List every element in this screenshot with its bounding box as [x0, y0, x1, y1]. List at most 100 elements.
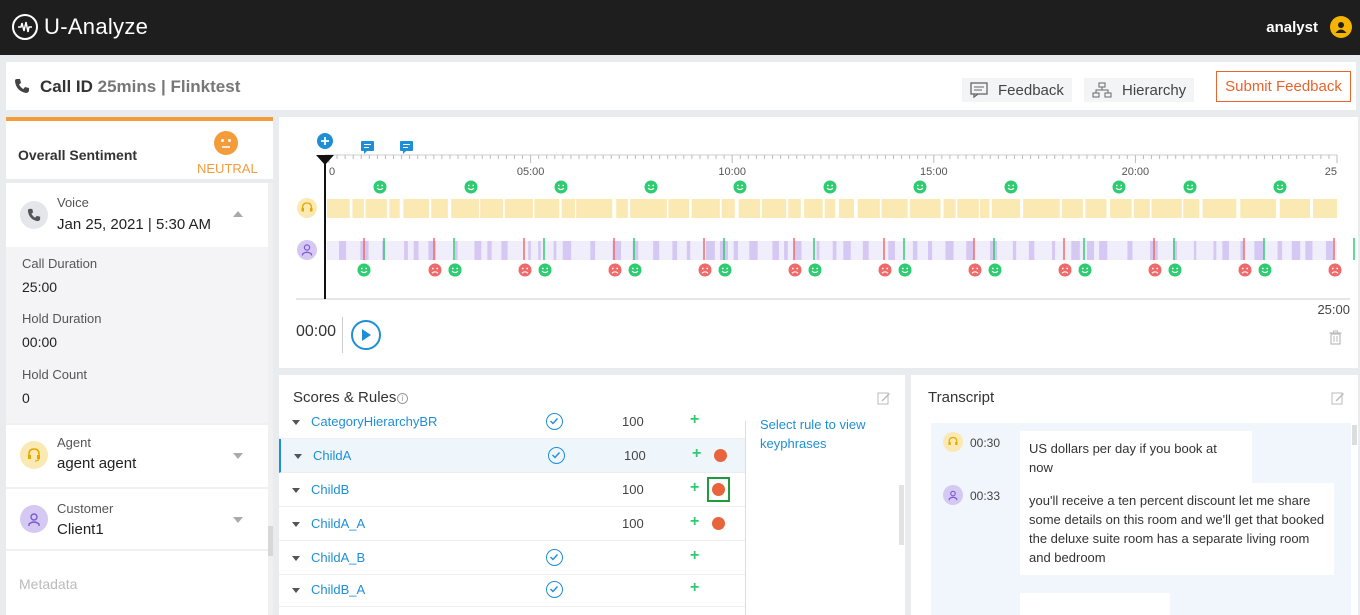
positive-face-icon[interactable] [464, 180, 478, 194]
document-badge-icon[interactable] [712, 517, 725, 530]
comment-marker-icon[interactable] [361, 141, 374, 154]
timeline-canvas[interactable]: 0 05:00 10:00 15:00 20:00 25 [279, 117, 1358, 307]
positive-face-icon[interactable] [1004, 180, 1018, 194]
submit-feedback-button[interactable]: Submit Feedback [1216, 71, 1351, 102]
chevron-up-icon[interactable] [233, 211, 243, 217]
username[interactable]: analyst [1266, 19, 1318, 36]
positive-face-icon[interactable] [733, 180, 747, 194]
negative-face-icon[interactable] [1238, 263, 1252, 277]
rule-row[interactable]: ChildA_B + [279, 541, 745, 575]
edit-icon[interactable] [877, 391, 891, 405]
add-icon[interactable]: + [692, 445, 701, 463]
positive-face-icon[interactable] [554, 180, 568, 194]
add-icon[interactable]: + [690, 579, 699, 597]
positive-face-icon[interactable] [373, 180, 387, 194]
add-icon[interactable]: + [690, 479, 699, 497]
agent-speech-segment [1313, 199, 1337, 218]
positive-face-icon[interactable] [988, 263, 1002, 277]
chevron-down-icon[interactable] [292, 556, 300, 561]
positive-face-icon[interactable] [448, 263, 462, 277]
positive-face-icon[interactable] [1078, 263, 1092, 277]
negative-face-icon[interactable] [608, 263, 622, 277]
chevron-down-icon[interactable] [294, 454, 302, 459]
user-avatar-icon[interactable] [1330, 16, 1352, 38]
positive-face-icon[interactable] [913, 180, 927, 194]
positive-face-icon[interactable] [808, 263, 822, 277]
positive-face-icon[interactable] [1258, 263, 1272, 277]
positive-face-icon[interactable] [357, 263, 371, 277]
left-panel-scroll-thumb[interactable] [268, 526, 273, 556]
customer-speech-segment [1305, 241, 1313, 260]
positive-face-icon[interactable] [538, 263, 552, 277]
brand[interactable]: U-Analyze [12, 14, 148, 40]
customer-name: Client1 [57, 521, 104, 538]
rule-name[interactable]: ChildB_A [311, 582, 365, 597]
add-icon[interactable]: + [690, 413, 699, 429]
rule-name[interactable]: CategoryHierarchyBR [311, 414, 437, 429]
chevron-down-icon[interactable] [292, 420, 300, 425]
message-time[interactable]: 00:30 [970, 436, 1000, 450]
positive-face-icon[interactable] [1183, 180, 1197, 194]
edit-icon[interactable] [1331, 391, 1345, 405]
positive-face-icon[interactable] [1168, 263, 1182, 277]
rule-name[interactable]: ChildA_A [311, 516, 365, 531]
negative-face-icon[interactable] [968, 263, 982, 277]
negative-face-icon[interactable] [1058, 263, 1072, 277]
add-icon[interactable]: + [690, 513, 699, 531]
document-badge-icon[interactable] [714, 449, 727, 462]
positive-face-icon[interactable] [898, 263, 912, 277]
chevron-down-icon[interactable] [233, 517, 243, 523]
trash-icon[interactable] [1329, 330, 1342, 345]
positive-face-icon[interactable] [644, 180, 658, 194]
negative-face-icon[interactable] [518, 263, 532, 277]
positive-face-icon[interactable] [628, 263, 642, 277]
negative-face-icon[interactable] [878, 263, 892, 277]
chevron-down-icon[interactable] [292, 522, 300, 527]
customer-section[interactable]: Customer Client1 [6, 489, 268, 551]
playhead-marker[interactable] [316, 155, 334, 165]
rule-row[interactable]: ChildB_A + [279, 573, 745, 607]
metadata-label[interactable]: Metadata [19, 576, 77, 592]
rule-score: 100 [624, 448, 646, 463]
voice-label: Voice [57, 195, 89, 210]
chevron-down-icon[interactable] [233, 453, 243, 459]
face-eye [521, 267, 524, 270]
rule-row[interactable]: ChildA 100 + [279, 439, 745, 473]
rule-row[interactable]: ChildB 100 + [279, 473, 745, 507]
chevron-down-icon[interactable] [292, 588, 300, 593]
agent-speech-segment [691, 199, 720, 218]
rule-name[interactable]: ChildB [311, 482, 349, 497]
agent-section[interactable]: Agent agent agent [6, 425, 268, 487]
customer-speech-segment [1052, 241, 1056, 260]
scrollbar[interactable] [899, 485, 904, 545]
scrollbar[interactable] [1352, 425, 1357, 445]
hierarchy-button[interactable]: Hierarchy [1084, 78, 1195, 102]
play-icon [362, 329, 371, 341]
transcript-panel: Transcript 00:30 US dollars per day if y… [911, 375, 1358, 615]
feedback-button[interactable]: Feedback [962, 78, 1072, 102]
negative-face-icon[interactable] [788, 263, 802, 277]
voice-section[interactable]: Voice Jan 25, 2021 | 5:30 AM [6, 183, 268, 247]
rule-row[interactable]: ChildA_A 100 + [279, 507, 745, 541]
customer-speech-segment [1222, 241, 1229, 260]
positive-face-icon[interactable] [1112, 180, 1126, 194]
scores-rules-panel: Scores & Rules i CategoryHierarchyBR 100… [279, 375, 905, 615]
info-icon[interactable]: i [397, 393, 408, 404]
negative-face-icon[interactable] [1148, 263, 1162, 277]
add-icon[interactable]: + [690, 547, 699, 565]
comment-marker-icon[interactable] [400, 141, 413, 154]
face-eye [376, 184, 379, 187]
negative-face-icon[interactable] [1328, 263, 1342, 277]
chevron-down-icon[interactable] [292, 488, 300, 493]
play-button[interactable] [351, 320, 381, 350]
message-time[interactable]: 00:33 [970, 489, 1000, 503]
rule-row[interactable]: CategoryHierarchyBR 100 + [279, 413, 745, 439]
negative-face-icon[interactable] [428, 263, 442, 277]
positive-face-icon[interactable] [718, 263, 732, 277]
negative-face-icon[interactable] [698, 263, 712, 277]
hierarchy-icon [1092, 82, 1112, 98]
positive-face-icon[interactable] [1273, 180, 1287, 194]
rule-name[interactable]: ChildA [313, 448, 351, 463]
rule-name[interactable]: ChildA_B [311, 550, 365, 565]
positive-face-icon[interactable] [823, 180, 837, 194]
